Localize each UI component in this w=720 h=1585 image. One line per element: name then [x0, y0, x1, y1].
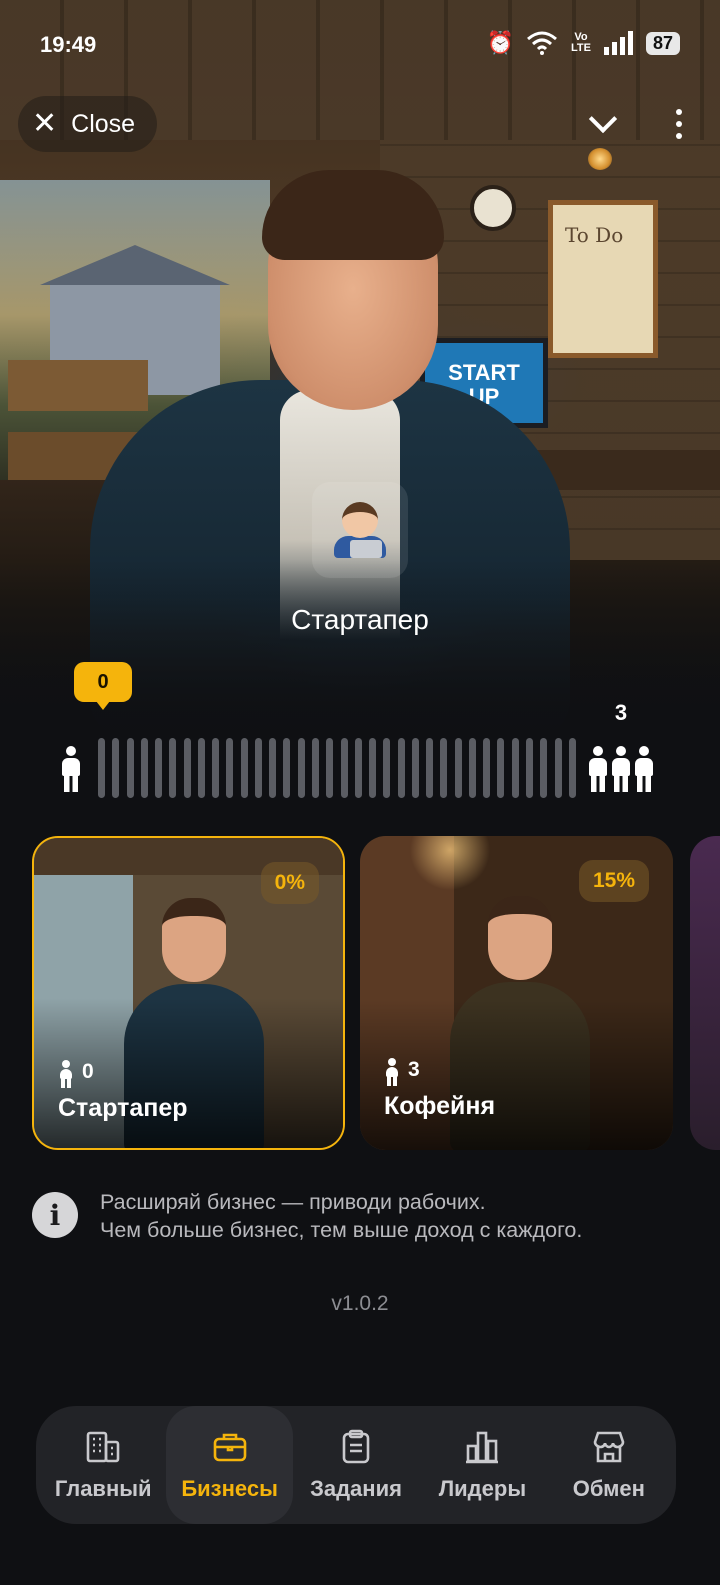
- close-button[interactable]: ✕ Close: [18, 96, 158, 152]
- progress-segment: [140, 738, 148, 798]
- nav-item-businesses[interactable]: Бизнесы: [166, 1406, 293, 1524]
- nav-item-tasks[interactable]: Задания: [293, 1406, 419, 1524]
- progress-segment: [354, 738, 362, 798]
- battery-indicator: 87: [645, 31, 680, 55]
- progress-segment: [297, 738, 305, 798]
- character-hair: [262, 170, 444, 260]
- progress-segment: [397, 738, 405, 798]
- nav-label: Обмен: [572, 1476, 645, 1501]
- top-right-controls: [566, 96, 696, 152]
- progress-segment: [426, 738, 434, 798]
- close-label: Close: [71, 109, 136, 138]
- single-person-icon: [56, 744, 86, 796]
- todo-board-text: To Do: [565, 223, 624, 247]
- app-version: v1.0.2: [331, 1292, 389, 1315]
- business-workers: 3: [384, 1058, 420, 1086]
- progress-segment: [197, 738, 205, 798]
- business-carousel[interactable]: 0% 0 Стартапер 15% 3 Кофейня: [32, 836, 720, 1152]
- briefcase-icon: [213, 1433, 246, 1462]
- collapse-button[interactable]: [580, 104, 620, 144]
- nav-label: Лидеры: [438, 1476, 527, 1501]
- progress-segment: [369, 738, 377, 798]
- progress-segment: [169, 738, 177, 798]
- building-icon: [86, 1431, 120, 1463]
- nav-item-main[interactable]: Главный: [40, 1406, 166, 1524]
- info-icon: i: [32, 1192, 78, 1238]
- progress-segment: [283, 738, 291, 798]
- signal-icon: [603, 31, 633, 55]
- nav-item-leaders[interactable]: Лидеры: [419, 1406, 545, 1524]
- progress-segment: [254, 738, 262, 798]
- business-card-next-peek[interactable]: [690, 836, 720, 1150]
- nav-label: Задания: [310, 1476, 402, 1501]
- status-bar: 19:49 ⏰ Vo LTE 87: [0, 0, 720, 90]
- bottom-navigation: Главный Бизнесы Задания Лидеры Обмен: [36, 1406, 676, 1524]
- progress-segment: [269, 738, 277, 798]
- progress-segment: [511, 738, 519, 798]
- progress-segment: [126, 738, 134, 798]
- business-workers-count: 0: [82, 1060, 94, 1083]
- level-avatar: [312, 482, 408, 578]
- progress-segment: [483, 738, 491, 798]
- more-options-icon[interactable]: [676, 109, 682, 139]
- wifi-icon: [526, 31, 557, 55]
- progress-segment: [212, 738, 220, 798]
- progress-segment: [411, 738, 419, 798]
- business-name: Кофейня: [384, 1092, 496, 1120]
- group-people-icon: [586, 744, 656, 796]
- volte-icon: Vo LTE: [570, 31, 591, 54]
- info-text: Расширяй бизнес — приводи рабочих. Чем б…: [100, 1188, 582, 1244]
- business-percent-badge: 0%: [260, 862, 319, 904]
- shop-icon: [593, 1431, 625, 1463]
- clipboard-icon: [342, 1429, 370, 1464]
- progress-segment: [497, 738, 505, 798]
- progress-segment: [440, 738, 448, 798]
- startup-emoji-icon: [334, 502, 386, 558]
- progress-segment: [454, 738, 462, 798]
- progress-segment: [468, 738, 476, 798]
- progress-segment: [226, 738, 234, 798]
- progress-segment: [340, 738, 348, 798]
- business-name: Стартапер: [58, 1094, 188, 1122]
- close-icon: ✕: [32, 107, 58, 140]
- current-workers-badge: 0: [74, 662, 132, 710]
- nav-label: Главный: [54, 1476, 152, 1501]
- chevron-down-icon: [588, 104, 618, 134]
- progress-segment: [554, 738, 562, 798]
- person-icon: [384, 1058, 400, 1086]
- nav-label: Бизнесы: [181, 1476, 278, 1501]
- progress-segment: [240, 738, 248, 798]
- business-workers-count: 3: [408, 1058, 420, 1081]
- info-block: i Расширяй бизнес — приводи рабочих. Чем…: [32, 1188, 692, 1244]
- progress-segment: [568, 738, 576, 798]
- business-card-coffee[interactable]: 15% 3 Кофейня: [360, 836, 673, 1150]
- progress-segment: [540, 738, 548, 798]
- info-line-2: Чем больше бизнес, тем выше доход с кажд…: [100, 1218, 583, 1242]
- progress-segment: [383, 738, 391, 798]
- alarm-icon: ⏰: [486, 30, 514, 55]
- progress-segment: [525, 738, 533, 798]
- progress-segment: [311, 738, 319, 798]
- business-percent-badge: 15%: [578, 860, 649, 902]
- progress-segment: [183, 738, 191, 798]
- level-title: Стартапер: [291, 604, 429, 635]
- worker-progress-bar: [98, 738, 576, 798]
- business-card-startup[interactable]: 0% 0 Стартапер: [32, 836, 345, 1150]
- info-line-1: Расширяй бизнес — приводи рабочих.: [100, 1190, 486, 1214]
- progress-segment: [98, 738, 105, 798]
- next-level-workers: 3: [614, 700, 628, 725]
- progress-segment: [326, 738, 334, 798]
- business-workers: 0: [58, 1060, 94, 1088]
- nav-item-exchange[interactable]: Обмен: [546, 1406, 672, 1524]
- person-icon: [58, 1060, 74, 1088]
- progress-segment: [112, 738, 120, 798]
- status-icons: ⏰ Vo LTE 87: [487, 30, 680, 56]
- progress-segment: [155, 738, 163, 798]
- bar-chart-icon: [466, 1431, 499, 1464]
- status-time: 19:49: [40, 32, 97, 57]
